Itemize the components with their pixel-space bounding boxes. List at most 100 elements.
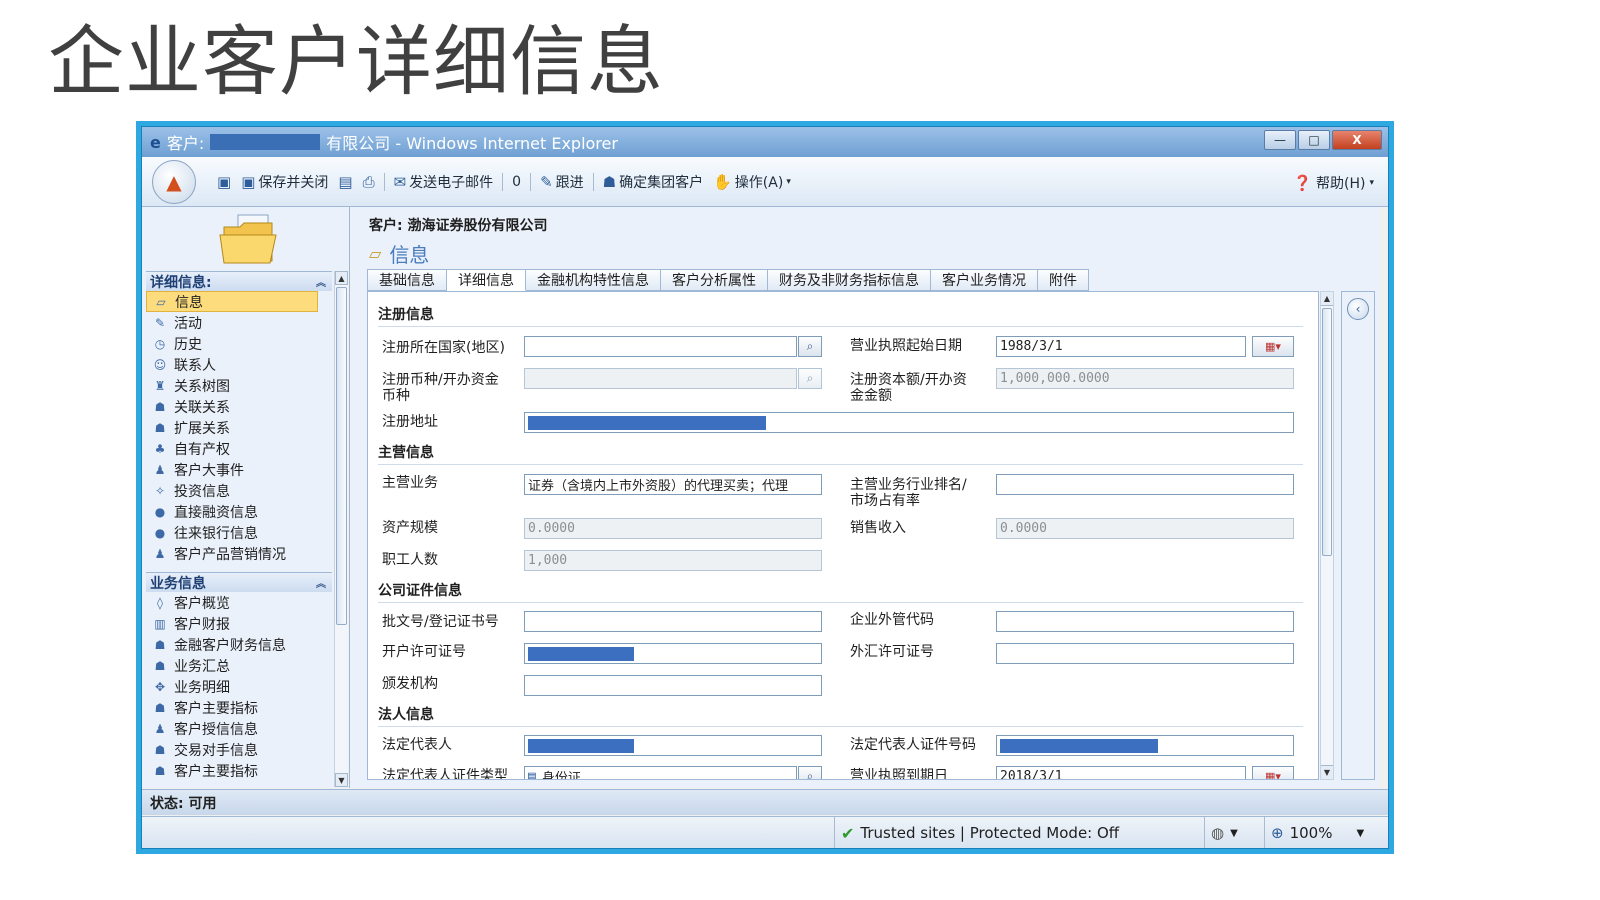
reg-country-input[interactable] (524, 336, 797, 357)
calendar-icon[interactable]: ▦▾ (1252, 336, 1294, 357)
nav-item-reports[interactable]: ▥ 客户财报 (146, 613, 332, 634)
tab-financial[interactable]: 财务及非财务指标信息 (768, 269, 931, 291)
collapse-icon[interactable]: ︽ (316, 575, 332, 590)
legal-rep-id-label: 法定代表人证件号码 (850, 737, 976, 753)
nav-item-label: 自有产权 (174, 441, 230, 458)
activity-icon: ✎ (154, 315, 166, 330)
nav-item-marketing[interactable]: ♟ 客户产品营销情况 (146, 543, 332, 564)
close-button[interactable]: X (1332, 130, 1382, 150)
window-controls: — □ X (1264, 130, 1382, 150)
tab-institution[interactable]: 金融机构特性信息 (526, 269, 661, 291)
browser-status-bar: ✔ Trusted sites | Protected Mode: Off ◍ ▼ … (142, 816, 1388, 848)
lookup-icon[interactable]: ⌕ (798, 336, 822, 357)
lookup-icon[interactable]: ⌕ (798, 766, 822, 779)
scroll-up-arrow[interactable]: ▲ (335, 271, 348, 285)
tab-analysis[interactable]: 客户分析属性 (661, 269, 768, 291)
label-line: 金金额 (850, 388, 892, 404)
scroll-down-arrow[interactable]: ▼ (1321, 765, 1333, 779)
reg-address-label: 注册地址 (382, 414, 438, 430)
attach-count: 0 (512, 173, 522, 190)
industry-rank-input[interactable] (996, 474, 1294, 495)
nav-item-relationship-tree[interactable]: ♜ 关系树图 (146, 375, 332, 396)
nav-item-label: 交易对手信息 (174, 742, 258, 759)
reg-address-input[interactable] (524, 412, 1294, 433)
zoom-control[interactable]: ⊕ 100% ▼ (1264, 817, 1382, 848)
info-icon: ▱ (156, 294, 166, 309)
reg-currency-label: 注册币种/开办资金 币种 (382, 372, 499, 404)
nav-group-details[interactable]: 详细信息: ︽ (146, 271, 332, 291)
attach-button[interactable]: 0 (507, 174, 526, 190)
lock-zone[interactable]: ◍ ▼ (1204, 817, 1264, 848)
collapse-icon[interactable]: ︽ (316, 274, 332, 289)
reg-capital-input: 1,000,000.0000 (996, 368, 1294, 389)
confirm-group-label: 确定集团客户 (619, 174, 704, 191)
legal-rep-idtype-label: 法定代表人证件类型 (382, 768, 508, 780)
nav-item-contacts[interactable]: ☺ 联系人 (146, 354, 332, 375)
toolbar-separator (502, 172, 504, 191)
window-titlebar[interactable]: e 客户: 有限公司 - Windows Internet Explorer —… (142, 127, 1388, 157)
save-close-button[interactable]: ▣ 保存并关闭 (236, 172, 333, 192)
license-start-input[interactable]: 1988/3/1 (996, 336, 1246, 357)
collapse-left-icon[interactable]: ‹ (1347, 298, 1369, 320)
maximize-button[interactable]: □ (1298, 130, 1330, 150)
legal-rep-id-input[interactable] (996, 735, 1294, 756)
label-line: 注册资本额/开办资 (850, 372, 967, 388)
save-new-button[interactable]: ▤ (333, 173, 357, 191)
nav-item-property[interactable]: ♣ 自有产权 (146, 438, 332, 459)
approval-no-input[interactable] (524, 611, 822, 632)
license-end-input[interactable]: 2018/3/1 (996, 766, 1246, 779)
print-button[interactable]: ⎙ (358, 173, 380, 191)
nav-item-detail[interactable]: ✥ 业务明细 (146, 676, 332, 697)
tab-attachments[interactable]: 附件 (1038, 269, 1089, 291)
scroll-down-arrow[interactable]: ▼ (335, 773, 348, 787)
form-scrollbar[interactable]: ▲ ▼ (1320, 291, 1334, 780)
sidebar-scrollbar[interactable]: ▲ ▼ (334, 271, 348, 787)
nav-item-extended[interactable]: ☗ 扩展关系 (146, 417, 332, 438)
save-button[interactable]: ▣ (212, 173, 236, 191)
account-permit-input[interactable] (524, 643, 822, 664)
nav-group-title: 详细信息: (150, 274, 212, 291)
tab-details[interactable]: 详细信息 (447, 269, 526, 291)
foreign-code-input[interactable] (996, 611, 1294, 632)
send-email-button[interactable]: ✉ 发送电子邮件 (389, 172, 499, 192)
scroll-up-arrow[interactable]: ▲ (1321, 292, 1333, 306)
calendar-icon[interactable]: ▦▾ (1252, 766, 1294, 779)
nav-item-investment[interactable]: ✧ 投资信息 (146, 480, 332, 501)
nav-item-fin-finance[interactable]: ☗ 金融客户财务信息 (146, 634, 332, 655)
legal-rep-input[interactable] (524, 735, 822, 756)
nav-item-indicators[interactable]: ☗ 客户主要指标 (146, 697, 332, 718)
nav-item-info[interactable]: ▱ 信息 (146, 291, 318, 312)
reg-country-label: 注册所在国家(地区) (382, 340, 505, 356)
main-business-input[interactable]: 证券（含境内上市外资股）的代理买卖；代理 (524, 474, 822, 495)
help-menu[interactable]: ❓ 帮助(H) ▾ (1293, 173, 1374, 193)
nav-item-indicators-2[interactable]: ☗ 客户主要指标 (146, 760, 332, 781)
nav-item-label: 往来银行信息 (174, 525, 258, 542)
chevron-down-icon: ▼ (1230, 827, 1238, 839)
nav-item-label: 客户主要指标 (174, 763, 258, 780)
scroll-thumb[interactable] (1322, 308, 1332, 556)
tab-business[interactable]: 客户业务情况 (931, 269, 1038, 291)
nav-item-credit[interactable]: ♟ 客户授信信息 (146, 718, 332, 739)
nav-item-counterparty[interactable]: ☗ 交易对手信息 (146, 739, 332, 760)
nav-item-summary[interactable]: ☗ 业务汇总 (146, 655, 332, 676)
nav-item-activities[interactable]: ✎ 活动 (146, 312, 332, 333)
actions-menu[interactable]: ✋ 操作(A) ▾ (708, 172, 796, 192)
scroll-thumb[interactable] (336, 287, 347, 625)
security-zone[interactable]: ✔ Trusted sites | Protected Mode: Off (834, 817, 1204, 848)
minimize-button[interactable]: — (1264, 130, 1296, 150)
nav-item-related[interactable]: ☗ 关联关系 (146, 396, 332, 417)
nav-item-history[interactable]: ◷ 历史 (146, 333, 332, 354)
crm-logo-icon[interactable]: ▲ (152, 159, 196, 204)
nav-item-overview[interactable]: ◊ 客户概览 (146, 592, 332, 613)
issuer-input[interactable] (524, 675, 822, 696)
nav-group-business[interactable]: 业务信息 ︽ (146, 572, 332, 592)
tab-basic[interactable]: 基础信息 (367, 269, 447, 291)
nav-item-banks[interactable]: ● 往来银行信息 (146, 522, 332, 543)
legal-rep-idtype-input[interactable]: ▤ 身份证 (524, 766, 797, 779)
confirm-group-button[interactable]: ☗ 确定集团客户 (598, 172, 708, 192)
fx-permit-input[interactable] (996, 643, 1294, 664)
nav-item-financing[interactable]: ● 直接融资信息 (146, 501, 332, 522)
nav-item-events[interactable]: ♟ 客户大事件 (146, 459, 332, 480)
bank-icon: ● (154, 525, 166, 540)
follow-up-button[interactable]: ✎ 跟进 (535, 172, 589, 192)
